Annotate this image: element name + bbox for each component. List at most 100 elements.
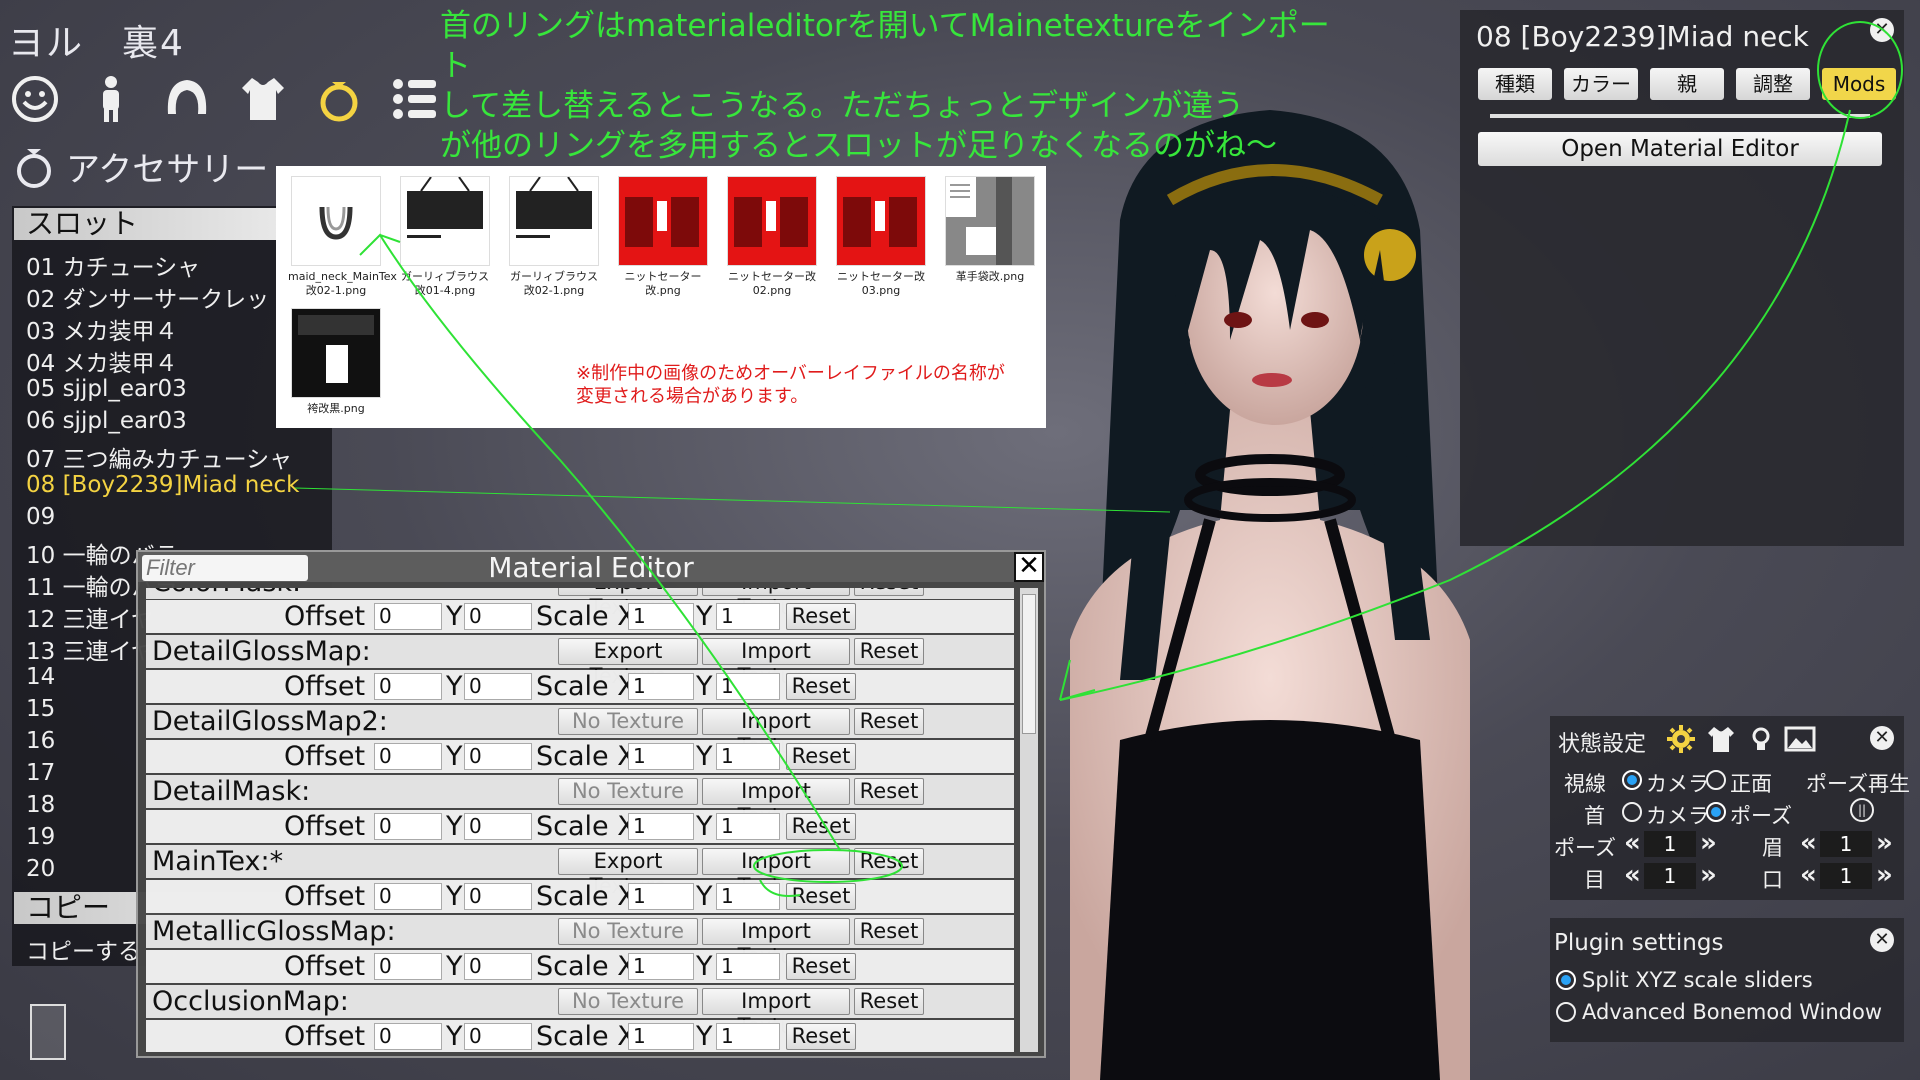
offset-x-input[interactable]: 0 xyxy=(374,953,442,980)
scale-x-input[interactable]: 1 xyxy=(628,953,694,980)
texture-thumbnail[interactable]: ニットセーター改02.png xyxy=(724,176,820,298)
pose-value[interactable]: 1 xyxy=(1644,831,1696,857)
offset-y-input[interactable]: 0 xyxy=(464,743,532,770)
export-texture-button[interactable]: Export Texture xyxy=(558,638,698,688)
reset-button[interactable]: Reset xyxy=(786,813,856,840)
slot-item[interactable]: 08 [Boy2239]Miad neck xyxy=(26,472,299,498)
slot-item[interactable]: 15 xyxy=(26,696,55,722)
copy-action[interactable]: コピーする xyxy=(26,932,141,966)
scale-x-input[interactable]: 1 xyxy=(628,1023,694,1050)
scale-y-input[interactable]: 1 xyxy=(716,673,780,700)
neck-camera-radio[interactable] xyxy=(1622,802,1642,822)
import-texture-button[interactable]: Import Texture xyxy=(702,918,850,968)
offset-x-input[interactable]: 0 xyxy=(374,673,442,700)
offset-x-input[interactable]: 0 xyxy=(374,883,442,910)
offset-x-input[interactable]: 0 xyxy=(374,813,442,840)
filter-input[interactable] xyxy=(142,555,308,581)
texture-thumbnail[interactable]: ガーリィブラウス改01-4.png xyxy=(397,176,493,298)
close-icon[interactable]: ✕ xyxy=(1870,18,1894,42)
import-texture-button[interactable]: Import Texture xyxy=(702,708,850,758)
offset-y-input[interactable]: 0 xyxy=(464,603,532,630)
texture-thumbnail[interactable]: 袴改黒.png xyxy=(288,308,384,416)
body-icon[interactable] xyxy=(84,72,138,126)
face-icon[interactable] xyxy=(8,72,62,126)
scrollbar[interactable] xyxy=(1020,588,1038,1052)
import-texture-button[interactable]: Import Texture xyxy=(702,638,850,688)
close-icon[interactable]: ✕ xyxy=(1870,928,1894,952)
reset-button[interactable]: Reset xyxy=(786,743,856,770)
slot-item[interactable]: 06 sjjpl_ear03 xyxy=(26,408,187,434)
reset-button[interactable]: Reset xyxy=(854,918,924,945)
scale-x-input[interactable]: 1 xyxy=(628,743,694,770)
scale-y-input[interactable]: 1 xyxy=(716,813,780,840)
tab-accessory-2[interactable]: 親 xyxy=(1650,68,1724,100)
accessory-ring-icon[interactable] xyxy=(312,72,366,126)
export-texture-button[interactable]: Export Texture xyxy=(558,588,698,619)
slot-item[interactable]: 16 xyxy=(26,728,55,754)
hair-icon[interactable] xyxy=(160,72,214,126)
neck-pose-radio[interactable] xyxy=(1706,802,1726,822)
slot-item[interactable]: 09 xyxy=(26,504,55,530)
reset-button[interactable]: Reset xyxy=(786,883,856,910)
offset-y-input[interactable]: 0 xyxy=(464,673,532,700)
gaze-front-radio[interactable] xyxy=(1706,770,1726,790)
reset-button[interactable]: Reset xyxy=(854,778,924,805)
tab-accessory-3[interactable]: 調整 xyxy=(1736,68,1810,100)
scale-y-input[interactable]: 1 xyxy=(716,603,780,630)
light-bulb-icon[interactable] xyxy=(1746,724,1776,754)
advanced-bonemod-radio[interactable] xyxy=(1556,1002,1576,1022)
slot-item[interactable]: 02 ダンサーサークレット xyxy=(26,280,292,314)
gaze-camera-radio[interactable] xyxy=(1622,770,1642,790)
tab-accessory-0[interactable]: 種類 xyxy=(1478,68,1552,100)
tab-mods[interactable]: Mods xyxy=(1822,68,1896,100)
slot-item[interactable]: 13 三連イヤ xyxy=(26,632,154,666)
offset-x-input[interactable]: 0 xyxy=(374,743,442,770)
texture-thumbnail[interactable]: maid_neck_MainTex改02-1.png xyxy=(288,176,397,298)
scale-x-input[interactable]: 1 xyxy=(628,813,694,840)
offset-x-input[interactable]: 0 xyxy=(374,1023,442,1050)
scale-y-input[interactable]: 1 xyxy=(716,953,780,980)
scale-x-input[interactable]: 1 xyxy=(628,673,694,700)
exit-door-icon[interactable] xyxy=(30,1004,66,1060)
chevron-left-icon[interactable]: « xyxy=(1624,862,1641,888)
scale-x-input[interactable]: 1 xyxy=(628,603,694,630)
close-icon[interactable]: ✕ xyxy=(1870,726,1894,750)
chevron-left-icon[interactable]: « xyxy=(1800,830,1817,856)
texture-thumbnail[interactable]: ニットセーター改.png xyxy=(615,176,711,298)
open-material-editor-button[interactable]: Open Material Editor xyxy=(1478,132,1882,166)
reset-button[interactable]: Reset xyxy=(854,588,924,596)
import-texture-button[interactable]: Import Texture xyxy=(702,848,850,898)
import-texture-button[interactable]: Import Texture xyxy=(702,988,850,1038)
offset-y-input[interactable]: 0 xyxy=(464,953,532,980)
clothing-state-icon[interactable] xyxy=(1706,724,1736,754)
import-texture-button[interactable]: Import Texture xyxy=(702,588,850,619)
reset-button[interactable]: Reset xyxy=(854,988,924,1015)
export-texture-button[interactable]: Export Texture xyxy=(558,848,698,898)
slot-item[interactable]: 17 xyxy=(26,760,55,786)
import-texture-button[interactable]: Import Texture xyxy=(702,778,850,828)
slot-item[interactable]: 01 カチューシャ xyxy=(26,248,200,282)
reset-button[interactable]: Reset xyxy=(854,848,924,875)
chevron-right-icon[interactable]: » xyxy=(1876,862,1893,888)
slot-item[interactable]: 18 xyxy=(26,792,55,818)
reset-button[interactable]: Reset xyxy=(786,953,856,980)
reset-button[interactable]: Reset xyxy=(854,638,924,665)
mouth-value[interactable]: 1 xyxy=(1820,863,1872,889)
tab-accessory-1[interactable]: カラー xyxy=(1564,68,1638,100)
split-xyz-radio[interactable] xyxy=(1556,970,1576,990)
offset-x-input[interactable]: 0 xyxy=(374,603,442,630)
texture-thumbnail[interactable]: ガーリィブラウス改02-1.png xyxy=(506,176,602,298)
offset-y-input[interactable]: 0 xyxy=(464,1023,532,1050)
chevron-left-icon[interactable]: « xyxy=(1624,830,1641,856)
reset-button[interactable]: Reset xyxy=(854,708,924,735)
texture-thumbnail[interactable]: 革手袋改.png xyxy=(942,176,1038,284)
gear-icon[interactable] xyxy=(1666,724,1696,754)
close-icon[interactable]: ✕ xyxy=(1014,552,1044,582)
pause-icon[interactable]: || xyxy=(1850,798,1874,822)
scale-y-input[interactable]: 1 xyxy=(716,1023,780,1050)
slot-item[interactable]: 07 三つ編みカチューシャ xyxy=(26,440,292,474)
eyebrow-value[interactable]: 1 xyxy=(1820,831,1872,857)
reset-button[interactable]: Reset xyxy=(786,603,856,630)
image-icon[interactable] xyxy=(1784,724,1816,754)
chevron-right-icon[interactable]: » xyxy=(1700,862,1717,888)
